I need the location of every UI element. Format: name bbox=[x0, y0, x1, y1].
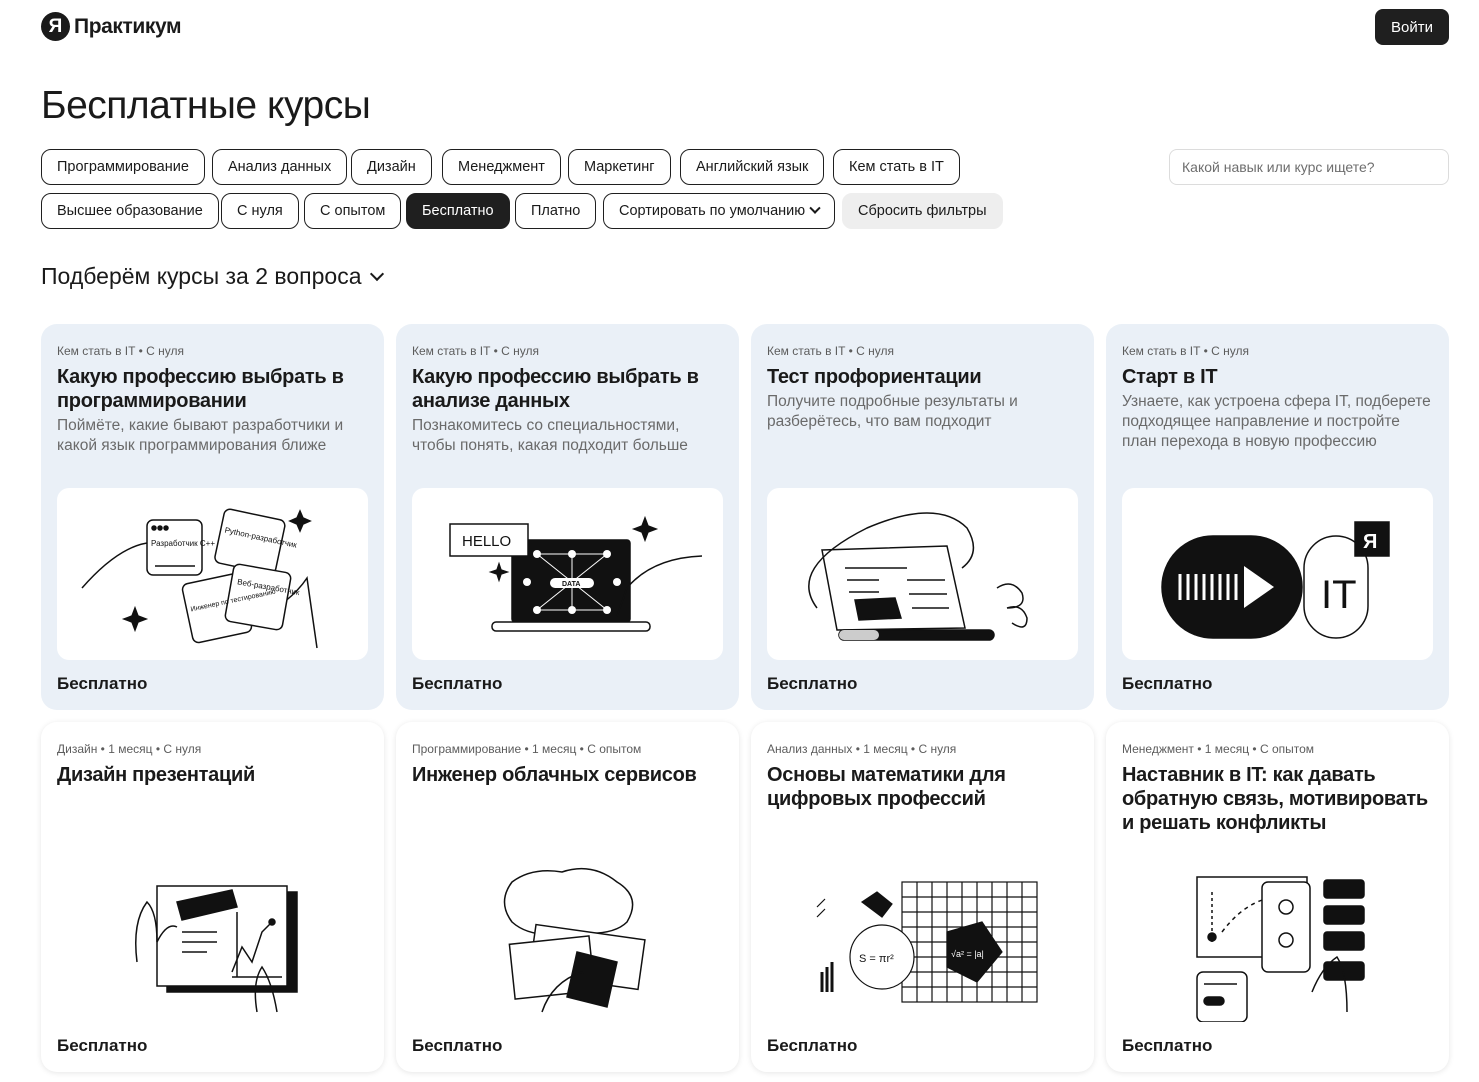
logo[interactable]: Я Практикум bbox=[41, 12, 182, 41]
course-description: Узнаете, как устроена сфера IT, подберет… bbox=[1122, 393, 1431, 450]
course-illustration: Разработчик C++ Python-разработчик Инжен… bbox=[57, 488, 368, 660]
chevron-down-icon bbox=[809, 202, 821, 214]
sort-label: Сортировать по умолчанию bbox=[619, 203, 806, 219]
course-illustration bbox=[412, 862, 723, 1022]
logo-mark: Я bbox=[41, 12, 70, 41]
filter-from-scratch[interactable]: С нуля bbox=[221, 193, 299, 229]
login-button[interactable]: Войти bbox=[1375, 9, 1449, 45]
course-meta: Программирование • 1 месяц • С опытом bbox=[412, 742, 642, 756]
course-card[interactable]: Кем стать в IT • С нуля Какую профессию … bbox=[396, 324, 739, 710]
course-card[interactable]: Менеджмент • 1 месяц • С опытом Наставни… bbox=[1106, 722, 1449, 1072]
course-title: Какую профессию выбрать в анализе данных bbox=[412, 366, 699, 412]
filter-english[interactable]: Английский язык bbox=[680, 149, 825, 185]
filter-programming[interactable]: Программирование bbox=[41, 149, 205, 185]
filter-design[interactable]: Дизайн bbox=[351, 149, 432, 185]
logo-text: Практикум bbox=[74, 14, 182, 38]
course-illustration bbox=[57, 862, 368, 1022]
course-price: Бесплатно bbox=[412, 1036, 503, 1055]
course-card[interactable]: Кем стать в IT • С нуля Тест профориента… bbox=[751, 324, 1094, 710]
course-title: Какую профессию выбрать в программирован… bbox=[57, 366, 344, 412]
course-illustration: S = πr² √a² = |a| bbox=[767, 862, 1078, 1022]
course-price: Бесплатно bbox=[767, 1036, 858, 1055]
course-price: Бесплатно bbox=[412, 674, 503, 693]
course-price: Бесплатно bbox=[1122, 1036, 1213, 1055]
course-meta: Кем стать в IT • С нуля bbox=[767, 344, 894, 358]
course-card[interactable]: Анализ данных • 1 месяц • С нуля Основы … bbox=[751, 722, 1094, 1072]
filter-paid[interactable]: Платно bbox=[515, 193, 597, 229]
course-card[interactable]: Кем стать в IT • С нуля Старт в IT Узнае… bbox=[1106, 324, 1449, 710]
filter-free[interactable]: Бесплатно bbox=[406, 193, 510, 229]
chevron-down-icon bbox=[369, 266, 384, 281]
course-description: Получите подробные результаты и разберёт… bbox=[767, 393, 1018, 430]
course-meta: Дизайн • 1 месяц • С нуля bbox=[57, 742, 202, 756]
hello-label: HELLO bbox=[462, 533, 511, 550]
filter-higher-education[interactable]: Высшее образование bbox=[41, 193, 219, 229]
course-meta: Кем стать в IT • С нуля bbox=[57, 344, 184, 358]
quiz-toggle[interactable]: Подберём курсы за 2 вопроса bbox=[41, 263, 384, 290]
search-input[interactable] bbox=[1169, 149, 1449, 185]
filter-data-analysis[interactable]: Анализ данных bbox=[212, 149, 348, 185]
filter-management[interactable]: Менеджмент bbox=[442, 149, 561, 185]
data-label: DATA bbox=[562, 581, 580, 588]
course-description: Поймёте, какие бывают разработчики и как… bbox=[57, 417, 344, 454]
course-title: Старт в IT bbox=[1122, 366, 1218, 388]
course-meta: Анализ данных • 1 месяц • С нуля bbox=[767, 742, 957, 756]
course-card[interactable]: Кем стать в IT • С нуля Какую профессию … bbox=[41, 324, 384, 710]
course-card[interactable]: Программирование • 1 месяц • С опытом Ин… bbox=[396, 722, 739, 1072]
course-meta: Менеджмент • 1 месяц • С опытом bbox=[1122, 742, 1315, 756]
filter-with-experience[interactable]: С опытом bbox=[304, 193, 402, 229]
course-title: Инженер облачных сервисов bbox=[412, 764, 697, 786]
course-illustration: DATA HELLO bbox=[412, 488, 723, 660]
course-meta: Кем стать в IT • С нуля bbox=[412, 344, 539, 358]
course-meta: Кем стать в IT • С нуля bbox=[1122, 344, 1249, 358]
course-illustration bbox=[767, 488, 1078, 660]
course-illustration bbox=[1122, 862, 1433, 1022]
course-title: Основы математики для цифровых профессий bbox=[767, 764, 1006, 810]
course-price: Бесплатно bbox=[1122, 674, 1213, 693]
course-title: Наставник в IT: как давать обратную связ… bbox=[1122, 764, 1428, 834]
course-title: Дизайн презентаций bbox=[57, 764, 255, 786]
filter-marketing[interactable]: Маркетинг bbox=[568, 149, 671, 185]
filter-become-it[interactable]: Кем стать в IT bbox=[833, 149, 960, 185]
course-price: Бесплатно bbox=[57, 674, 148, 693]
course-illustration: IT Я bbox=[1122, 488, 1433, 660]
course-card[interactable]: Дизайн • 1 месяц • С нуля Дизайн презент… bbox=[41, 722, 384, 1072]
quiz-label: Подберём курсы за 2 вопроса bbox=[41, 263, 362, 289]
course-price: Бесплатно bbox=[57, 1036, 148, 1055]
course-description: Познакомитесь со специальностями, чтобы … bbox=[412, 417, 688, 454]
yandex-badge: Я bbox=[1363, 531, 1377, 553]
reset-filters-button[interactable]: Сбросить фильтры bbox=[842, 193, 1003, 229]
course-price: Бесплатно bbox=[767, 674, 858, 693]
it-label: IT bbox=[1321, 573, 1357, 617]
sort-dropdown[interactable]: Сортировать по умолчанию bbox=[603, 193, 836, 229]
header: Я Практикум Войти bbox=[41, 9, 1449, 46]
page-title: Бесплатные курсы bbox=[41, 84, 371, 127]
profession-label-cpp: Разработчик C++ bbox=[151, 539, 215, 548]
formula-area: S = πr² bbox=[859, 953, 894, 965]
formula-abs: √a² = |a| bbox=[951, 949, 984, 959]
course-title: Тест профориентации bbox=[767, 366, 982, 388]
